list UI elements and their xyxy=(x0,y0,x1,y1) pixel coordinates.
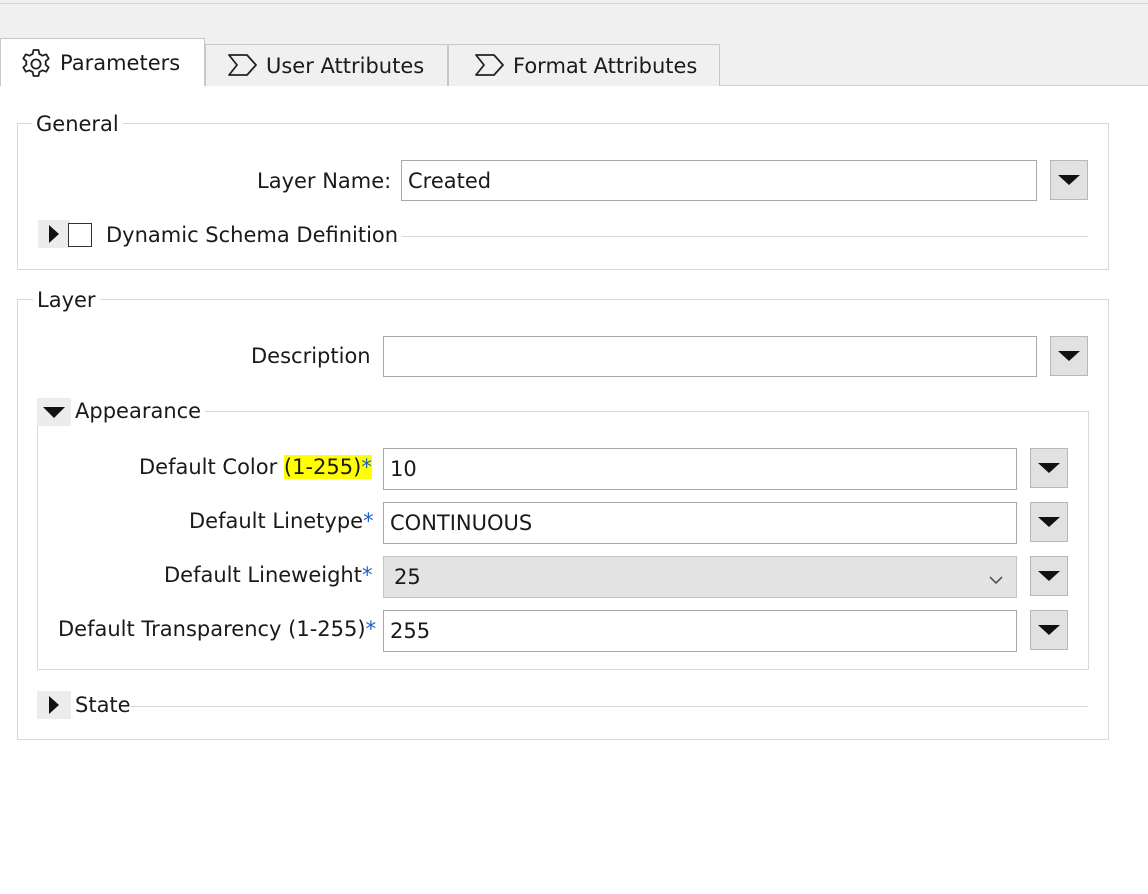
gear-icon xyxy=(19,47,53,86)
dropdown-triangle-icon xyxy=(1038,517,1060,527)
default-lineweight-menu-button[interactable] xyxy=(1030,556,1068,596)
chevron-tag-icon xyxy=(227,53,259,82)
collapse-arrow-icon xyxy=(43,406,65,418)
default-lineweight-label: Default Lineweight* xyxy=(164,563,372,587)
dropdown-triangle-icon xyxy=(1038,463,1060,473)
default-transparency-label-text: Default Transparency (1-255) xyxy=(58,617,366,641)
default-linetype-input[interactable]: CONTINUOUS xyxy=(383,502,1017,544)
tab-user-attributes-label: User Attributes xyxy=(266,54,425,78)
required-marker: * xyxy=(363,509,374,533)
state-divider xyxy=(131,706,1088,707)
layer-name-label: Layer Name: xyxy=(257,169,392,193)
dropdown-triangle-icon xyxy=(1038,571,1060,581)
appearance-expander[interactable] xyxy=(37,398,71,426)
default-color-range-highlight: (1-255)* xyxy=(283,455,372,479)
state-title: State xyxy=(75,693,131,717)
tab-parameters-label: Parameters xyxy=(60,51,181,75)
dynamic-schema-label: Dynamic Schema Definition xyxy=(106,223,399,247)
layer-name-input[interactable]: Created xyxy=(401,160,1037,201)
dynamic-schema-divider xyxy=(402,236,1088,237)
tab-user-attributes[interactable]: User Attributes xyxy=(205,44,448,86)
default-transparency-value: 255 xyxy=(390,619,431,643)
default-lineweight-select[interactable]: 25 xyxy=(383,556,1017,598)
dynamic-schema-checkbox[interactable] xyxy=(68,223,92,247)
default-color-label: Default Color (1-255)* xyxy=(139,455,372,479)
default-transparency-input[interactable]: 255 xyxy=(383,610,1017,652)
default-transparency-label: Default Transparency (1-255)* xyxy=(58,617,376,641)
layer-group-title: Layer xyxy=(33,288,100,312)
appearance-group-title: Appearance xyxy=(71,399,206,423)
general-group-title: General xyxy=(32,112,123,136)
default-lineweight-value: 25 xyxy=(394,565,421,589)
description-menu-button[interactable] xyxy=(1050,336,1088,376)
expand-arrow-icon xyxy=(49,225,59,243)
tab-format-attributes-label: Format Attributes xyxy=(513,54,698,78)
tab-parameters[interactable]: Parameters xyxy=(0,38,205,86)
default-color-value: 10 xyxy=(390,457,417,481)
default-color-range: (1-255) xyxy=(283,455,362,479)
default-linetype-label-text: Default Linetype xyxy=(189,509,364,533)
dropdown-triangle-icon xyxy=(1038,625,1060,635)
dynamic-schema-expander[interactable] xyxy=(38,220,70,248)
default-color-label-text: Default Color xyxy=(139,455,284,479)
required-marker: * xyxy=(365,617,377,641)
chevron-down-icon xyxy=(988,569,1004,593)
default-linetype-menu-button[interactable] xyxy=(1030,502,1068,542)
top-divider xyxy=(0,3,1148,4)
default-linetype-value: CONTINUOUS xyxy=(390,511,533,535)
state-expander[interactable] xyxy=(37,691,71,719)
required-marker: * xyxy=(361,455,372,479)
expand-arrow-icon xyxy=(49,696,59,714)
required-marker: * xyxy=(361,563,373,587)
default-linetype-label: Default Linetype* xyxy=(189,509,374,533)
chevron-tag-icon xyxy=(474,53,506,82)
description-label: Description xyxy=(251,344,371,368)
layer-name-value: Created xyxy=(408,168,492,193)
tab-format-attributes[interactable]: Format Attributes xyxy=(448,44,720,86)
dropdown-triangle-icon xyxy=(1058,351,1080,361)
default-color-input[interactable]: 10 xyxy=(383,448,1017,490)
layer-name-menu-button[interactable] xyxy=(1050,160,1088,200)
description-input[interactable] xyxy=(383,336,1037,377)
dropdown-triangle-icon xyxy=(1058,175,1080,185)
default-lineweight-label-text: Default Lineweight xyxy=(164,563,362,587)
default-color-menu-button[interactable] xyxy=(1030,448,1068,488)
default-transparency-menu-button[interactable] xyxy=(1030,610,1068,650)
